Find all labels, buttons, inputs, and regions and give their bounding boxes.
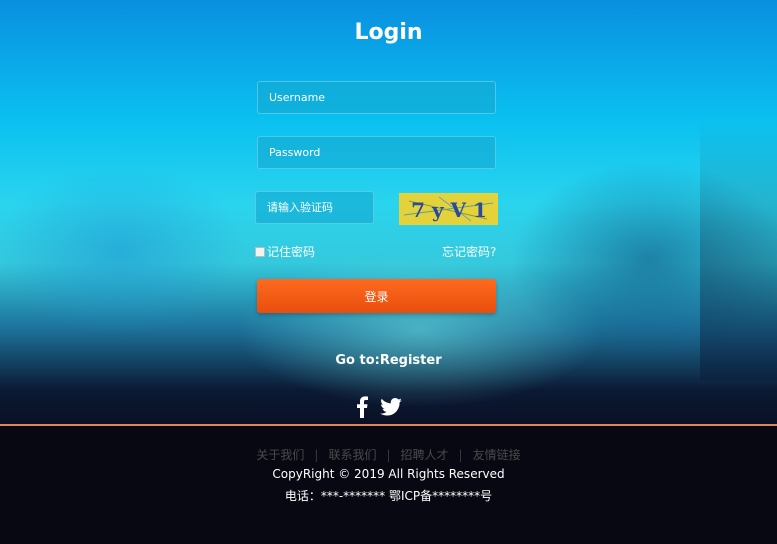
register-link[interactable]: Go to:Register	[0, 353, 777, 368]
remember-label: 记住密码	[267, 245, 316, 259]
captcha-text: 7 y V 1	[411, 198, 487, 222]
copyright-text: CopyRight © 2019 All Rights Reserved	[272, 467, 505, 481]
footer-link-friends[interactable]: 友情链接	[473, 448, 521, 462]
footer-links: 关于我们 | 联系我们 | 招聘人才 | 友情链接	[0, 446, 777, 463]
footer-link-about[interactable]: 关于我们	[256, 448, 304, 462]
username-field[interactable]	[257, 81, 496, 114]
password-input[interactable]	[269, 146, 495, 159]
page-title: Login	[354, 20, 423, 45]
facebook-icon[interactable]	[355, 396, 369, 422]
footer-separator: |	[386, 448, 391, 462]
twitter-icon[interactable]	[379, 398, 403, 420]
forgot-password-link[interactable]: 忘记密码?	[442, 243, 496, 260]
footer-separator: |	[314, 448, 319, 462]
contact-info: 电话：***-******* 鄂ICP备********号	[284, 489, 493, 503]
captcha-input[interactable]	[267, 201, 373, 214]
remember-checkbox-group[interactable]: 记住密码	[255, 243, 315, 260]
footer-link-contact[interactable]: 联系我们	[328, 448, 376, 462]
footer-link-careers[interactable]: 招聘人才	[401, 448, 449, 462]
captcha-field[interactable]	[255, 191, 374, 224]
login-button[interactable]: 登录	[257, 279, 496, 313]
password-field[interactable]	[257, 136, 496, 169]
social-links	[355, 396, 405, 418]
remember-checkbox[interactable]	[255, 246, 265, 257]
username-input[interactable]	[269, 91, 495, 104]
footer	[0, 426, 777, 544]
captcha-image[interactable]: 7 y V 1	[399, 193, 498, 225]
footer-separator: |	[458, 448, 463, 462]
